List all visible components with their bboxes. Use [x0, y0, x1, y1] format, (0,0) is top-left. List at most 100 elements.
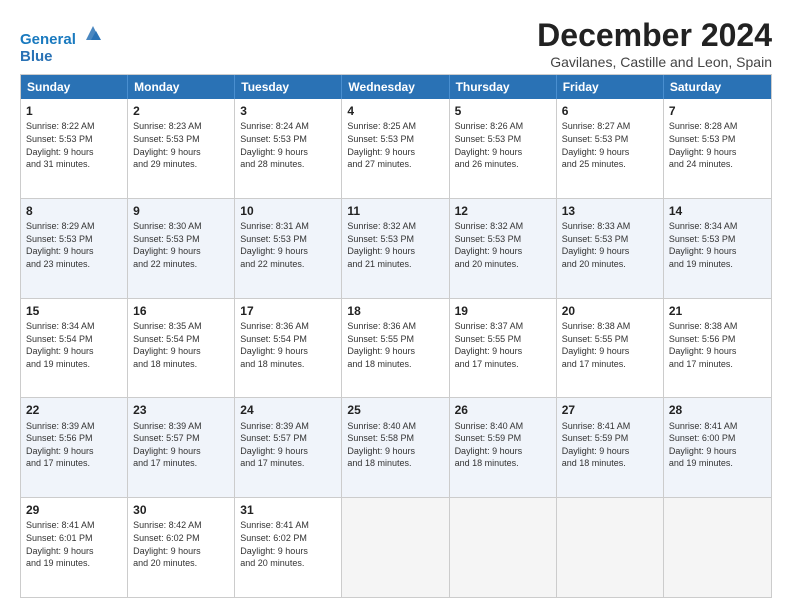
- calendar-day-28: 28 Sunrise: 8:41 AM Sunset: 6:00 PM Dayli…: [664, 398, 771, 497]
- calendar-day-7: 7Sunrise: 8:28 AM Sunset: 5:53 PM Daylig…: [664, 99, 771, 198]
- day-number: 3: [240, 103, 336, 119]
- header-day-monday: Monday: [128, 75, 235, 99]
- calendar-day-16: 16Sunrise: 8:35 AM Sunset: 5:54 PM Dayli…: [128, 299, 235, 398]
- calendar-day-21: 21Sunrise: 8:38 AM Sunset: 5:56 PM Dayli…: [664, 299, 771, 398]
- title-block: December 2024 Gavilanes, Castille and Le…: [537, 18, 772, 70]
- day-info: Sunrise: 8:32 AM Sunset: 5:53 PM Dayligh…: [347, 220, 443, 270]
- calendar-day-11: 11Sunrise: 8:32 AM Sunset: 5:53 PM Dayli…: [342, 199, 449, 298]
- calendar-day-18: 18Sunrise: 8:36 AM Sunset: 5:55 PM Dayli…: [342, 299, 449, 398]
- day-number: 27: [562, 402, 658, 418]
- day-info: Sunrise: 8:41 AM Sunset: 6:02 PM Dayligh…: [240, 519, 336, 569]
- calendar-day-26: 26 Sunrise: 8:40 AM Sunset: 5:59 PM Dayli…: [450, 398, 557, 497]
- day-number: 31: [240, 502, 336, 518]
- calendar-day-14: 14Sunrise: 8:34 AM Sunset: 5:53 PM Dayli…: [664, 199, 771, 298]
- day-number: 12: [455, 203, 551, 219]
- day-number: 29: [26, 502, 122, 518]
- logo: General Blue: [20, 22, 104, 65]
- day-number: 16: [133, 303, 229, 319]
- day-number: 28: [669, 402, 766, 418]
- day-info: Sunrise: 8:29 AM Sunset: 5:53 PM Dayligh…: [26, 220, 122, 270]
- day-number: 6: [562, 103, 658, 119]
- calendar-day-24: 24Sunrise: 8:39 AM Sunset: 5:57 PM Dayli…: [235, 398, 342, 497]
- day-info: Sunrise: 8:38 AM Sunset: 5:55 PM Dayligh…: [562, 320, 658, 370]
- calendar-day-29: 29Sunrise: 8:41 AM Sunset: 6:01 PM Dayli…: [21, 498, 128, 597]
- day-number: 11: [347, 203, 443, 219]
- day-number: 10: [240, 203, 336, 219]
- calendar-day-19: 19Sunrise: 8:37 AM Sunset: 5:55 PM Dayli…: [450, 299, 557, 398]
- day-info: Sunrise: 8:39 AM Sunset: 5:57 PM Dayligh…: [240, 420, 336, 470]
- header-day-tuesday: Tuesday: [235, 75, 342, 99]
- header-day-friday: Friday: [557, 75, 664, 99]
- day-number: 21: [669, 303, 766, 319]
- day-info: Sunrise: 8:39 AM Sunset: 5:56 PM Dayligh…: [26, 420, 122, 470]
- calendar-week-5: 29Sunrise: 8:41 AM Sunset: 6:01 PM Dayli…: [21, 498, 771, 597]
- logo-icon: [82, 22, 104, 44]
- day-number: 1: [26, 103, 122, 119]
- day-info: Sunrise: 8:41 AM Sunset: 5:59 PM Dayligh…: [562, 420, 658, 470]
- calendar-day-6: 6Sunrise: 8:27 AM Sunset: 5:53 PM Daylig…: [557, 99, 664, 198]
- calendar: SundayMondayTuesdayWednesdayThursdayFrid…: [20, 74, 772, 598]
- day-number: 8: [26, 203, 122, 219]
- day-info: Sunrise: 8:30 AM Sunset: 5:53 PM Dayligh…: [133, 220, 229, 270]
- day-info: Sunrise: 8:39 AM Sunset: 5:57 PM Dayligh…: [133, 420, 229, 470]
- day-number: 26: [455, 402, 551, 418]
- day-info: Sunrise: 8:27 AM Sunset: 5:53 PM Dayligh…: [562, 120, 658, 170]
- day-number: 25: [347, 402, 443, 418]
- calendar-day-5: 5Sunrise: 8:26 AM Sunset: 5:53 PM Daylig…: [450, 99, 557, 198]
- calendar-day-empty: [557, 498, 664, 597]
- main-title: December 2024: [537, 18, 772, 53]
- day-info: Sunrise: 8:36 AM Sunset: 5:54 PM Dayligh…: [240, 320, 336, 370]
- day-info: Sunrise: 8:25 AM Sunset: 5:53 PM Dayligh…: [347, 120, 443, 170]
- day-number: 15: [26, 303, 122, 319]
- logo-text2: Blue: [20, 49, 104, 66]
- calendar-day-30: 30Sunrise: 8:42 AM Sunset: 6:02 PM Dayli…: [128, 498, 235, 597]
- day-info: Sunrise: 8:40 AM Sunset: 5:59 PM Dayligh…: [455, 420, 551, 470]
- day-info: Sunrise: 8:34 AM Sunset: 5:54 PM Dayligh…: [26, 320, 122, 370]
- calendar-day-20: 20Sunrise: 8:38 AM Sunset: 5:55 PM Dayli…: [557, 299, 664, 398]
- header-day-sunday: Sunday: [21, 75, 128, 99]
- day-number: 7: [669, 103, 766, 119]
- day-info: Sunrise: 8:41 AM Sunset: 6:00 PM Dayligh…: [669, 420, 766, 470]
- page: General Blue December 2024 Gavilanes, Ca…: [0, 0, 792, 612]
- calendar-week-4: 22Sunrise: 8:39 AM Sunset: 5:56 PM Dayli…: [21, 398, 771, 498]
- logo-text: General: [20, 22, 104, 49]
- day-info: Sunrise: 8:34 AM Sunset: 5:53 PM Dayligh…: [669, 220, 766, 270]
- day-info: Sunrise: 8:37 AM Sunset: 5:55 PM Dayligh…: [455, 320, 551, 370]
- day-info: Sunrise: 8:36 AM Sunset: 5:55 PM Dayligh…: [347, 320, 443, 370]
- calendar-day-4: 4Sunrise: 8:25 AM Sunset: 5:53 PM Daylig…: [342, 99, 449, 198]
- subtitle: Gavilanes, Castille and Leon, Spain: [537, 54, 772, 70]
- calendar-body: 1Sunrise: 8:22 AM Sunset: 5:53 PM Daylig…: [21, 99, 771, 597]
- calendar-day-23: 23Sunrise: 8:39 AM Sunset: 5:57 PM Dayli…: [128, 398, 235, 497]
- day-info: Sunrise: 8:42 AM Sunset: 6:02 PM Dayligh…: [133, 519, 229, 569]
- day-number: 30: [133, 502, 229, 518]
- day-info: Sunrise: 8:24 AM Sunset: 5:53 PM Dayligh…: [240, 120, 336, 170]
- calendar-week-1: 1Sunrise: 8:22 AM Sunset: 5:53 PM Daylig…: [21, 99, 771, 199]
- day-info: Sunrise: 8:23 AM Sunset: 5:53 PM Dayligh…: [133, 120, 229, 170]
- day-number: 9: [133, 203, 229, 219]
- day-number: 4: [347, 103, 443, 119]
- calendar-day-25: 25 Sunrise: 8:40 AM Sunset: 5:58 PM Dayli…: [342, 398, 449, 497]
- day-number: 19: [455, 303, 551, 319]
- day-info: Sunrise: 8:40 AM Sunset: 5:58 PM Dayligh…: [347, 420, 443, 470]
- calendar-day-27: 27 Sunrise: 8:41 AM Sunset: 5:59 PM Dayli…: [557, 398, 664, 497]
- calendar-week-3: 15Sunrise: 8:34 AM Sunset: 5:54 PM Dayli…: [21, 299, 771, 399]
- day-info: Sunrise: 8:28 AM Sunset: 5:53 PM Dayligh…: [669, 120, 766, 170]
- calendar-day-1: 1Sunrise: 8:22 AM Sunset: 5:53 PM Daylig…: [21, 99, 128, 198]
- day-info: Sunrise: 8:35 AM Sunset: 5:54 PM Dayligh…: [133, 320, 229, 370]
- calendar-day-22: 22Sunrise: 8:39 AM Sunset: 5:56 PM Dayli…: [21, 398, 128, 497]
- day-info: Sunrise: 8:31 AM Sunset: 5:53 PM Dayligh…: [240, 220, 336, 270]
- day-number: 2: [133, 103, 229, 119]
- header-day-thursday: Thursday: [450, 75, 557, 99]
- calendar-week-2: 8Sunrise: 8:29 AM Sunset: 5:53 PM Daylig…: [21, 199, 771, 299]
- day-info: Sunrise: 8:41 AM Sunset: 6:01 PM Dayligh…: [26, 519, 122, 569]
- calendar-day-empty: [664, 498, 771, 597]
- calendar-day-17: 17Sunrise: 8:36 AM Sunset: 5:54 PM Dayli…: [235, 299, 342, 398]
- calendar-day-13: 13Sunrise: 8:33 AM Sunset: 5:53 PM Dayli…: [557, 199, 664, 298]
- calendar-day-12: 12Sunrise: 8:32 AM Sunset: 5:53 PM Dayli…: [450, 199, 557, 298]
- day-info: Sunrise: 8:38 AM Sunset: 5:56 PM Dayligh…: [669, 320, 766, 370]
- day-number: 18: [347, 303, 443, 319]
- calendar-day-8: 8Sunrise: 8:29 AM Sunset: 5:53 PM Daylig…: [21, 199, 128, 298]
- day-number: 20: [562, 303, 658, 319]
- calendar-day-empty: [342, 498, 449, 597]
- calendar-day-9: 9Sunrise: 8:30 AM Sunset: 5:53 PM Daylig…: [128, 199, 235, 298]
